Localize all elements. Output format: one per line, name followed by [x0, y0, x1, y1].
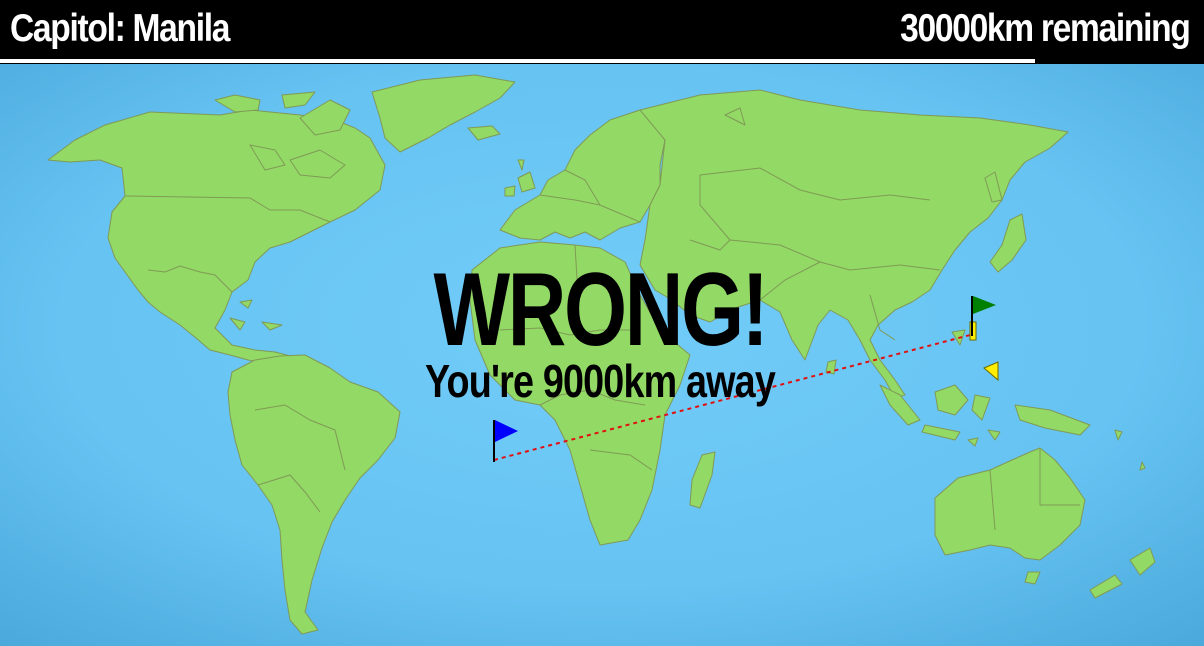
distance-remaining: 30000km remaining	[900, 7, 1192, 50]
distance-progress-bar	[0, 59, 1036, 63]
world-map[interactable]	[0, 64, 1204, 646]
top-bar: Capitol: Manila 30000km remaining	[0, 0, 1204, 58]
capital-label: Capitol: Manila	[10, 7, 230, 50]
